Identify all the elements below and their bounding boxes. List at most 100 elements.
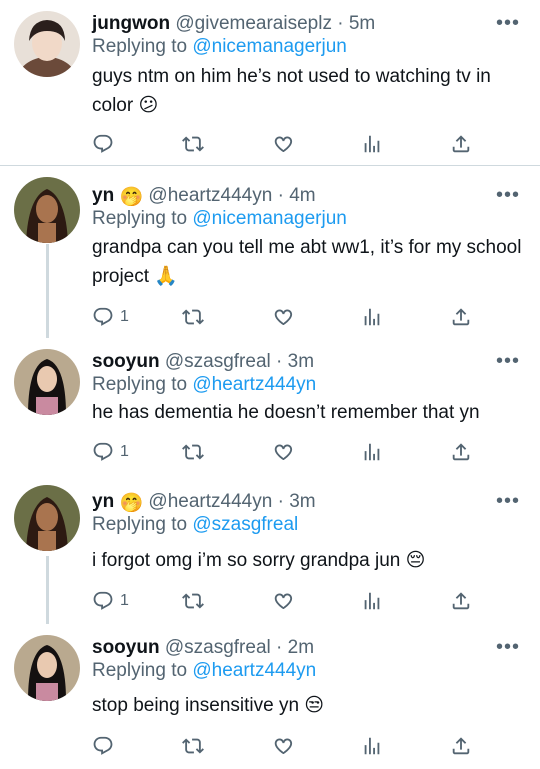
user-handle[interactable]: @heartz444yn (148, 185, 272, 206)
display-name[interactable]: sooyun (92, 351, 160, 372)
share-button[interactable] (450, 734, 472, 758)
separator-dot: · (276, 637, 283, 658)
reply-icon (92, 306, 114, 328)
share-icon (450, 133, 472, 155)
retweet-icon (182, 735, 204, 757)
name-emoji: 🤭 (119, 187, 144, 208)
like-button[interactable] (272, 132, 294, 156)
user-handle[interactable]: @szasgfreal (165, 351, 271, 372)
user-handle[interactable]: @givemearaiseplz (175, 13, 332, 34)
timestamp[interactable]: 3m (288, 351, 314, 372)
thread-line (46, 556, 49, 624)
more-options-icon[interactable]: ••• (496, 491, 520, 511)
analytics-icon (361, 133, 383, 155)
replying-to-label: Replying to (92, 660, 188, 681)
replying-to: Replying to @nicemanagerjun (92, 36, 347, 58)
retweet-button[interactable] (182, 305, 204, 329)
separator-dot: · (277, 491, 284, 512)
reply-button[interactable] (92, 132, 120, 156)
mention-link[interactable]: @heartz444yn (192, 660, 316, 681)
tweet-text: guys ntm on him he’s not used to watchin… (92, 66, 491, 116)
reply-button[interactable] (92, 734, 120, 758)
mention-link[interactable]: @heartz444yn (192, 374, 316, 395)
heart-icon (272, 133, 294, 155)
retweet-button[interactable] (182, 734, 204, 758)
more-options-icon[interactable]: ••• (496, 351, 520, 371)
analytics-button[interactable] (361, 132, 383, 156)
tweet[interactable]: jungwon @givemearaiseplz · 5m ••• Replyi… (0, 0, 540, 165)
user-handle[interactable]: @szasgfreal (165, 637, 271, 658)
mention-link[interactable]: @nicemanagerjun (192, 36, 347, 57)
tweet[interactable]: sooyun @szasgfreal · 2m ••• Replying to … (0, 624, 540, 769)
heart-icon (272, 590, 294, 612)
tweet[interactable]: sooyun @szasgfreal · 3m ••• Replying to … (0, 338, 540, 478)
heart-icon (272, 735, 294, 757)
tweet-text: grandpa can you tell me abt ww1, it’s fo… (92, 237, 522, 287)
share-button[interactable] (450, 132, 472, 156)
retweet-icon (182, 590, 204, 612)
tweet[interactable]: yn 🤭 @heartz444yn · 4m ••• Replying to @… (0, 166, 540, 338)
like-button[interactable] (272, 440, 294, 464)
share-icon (450, 306, 472, 328)
like-button[interactable] (272, 589, 294, 613)
analytics-button[interactable] (361, 305, 383, 329)
share-button[interactable] (450, 589, 472, 613)
name-emoji: 🤭 (119, 493, 144, 514)
reply-count: 1 (120, 308, 129, 325)
avatar[interactable] (14, 177, 80, 243)
analytics-icon (361, 306, 383, 328)
display-name[interactable]: yn (92, 491, 114, 512)
user-handle[interactable]: @heartz444yn (148, 491, 272, 512)
timestamp[interactable]: 4m (289, 185, 315, 206)
analytics-button[interactable] (361, 589, 383, 613)
share-icon (450, 590, 472, 612)
more-options-icon[interactable]: ••• (496, 185, 520, 205)
reply-button[interactable]: 1 (92, 440, 129, 464)
replying-to: Replying to @heartz444yn (92, 660, 316, 682)
reply-icon (92, 441, 114, 463)
like-button[interactable] (272, 305, 294, 329)
replying-to: Replying to @heartz444yn (92, 374, 316, 396)
retweet-icon (182, 441, 204, 463)
analytics-button[interactable] (361, 440, 383, 464)
share-button[interactable] (450, 440, 472, 464)
mention-link[interactable]: @szasgfreal (192, 514, 298, 535)
heart-icon (272, 306, 294, 328)
action-bar (92, 734, 472, 758)
reply-icon (92, 133, 114, 155)
retweet-button[interactable] (182, 132, 204, 156)
replying-to: Replying to @szasgfreal (92, 514, 298, 536)
mention-link[interactable]: @nicemanagerjun (192, 208, 347, 229)
replying-to: Replying to @nicemanagerjun (92, 208, 347, 230)
reply-icon (92, 735, 114, 757)
action-bar: 1 (92, 305, 472, 329)
retweet-button[interactable] (182, 440, 204, 464)
retweet-button[interactable] (182, 589, 204, 613)
like-button[interactable] (272, 734, 294, 758)
avatar[interactable] (14, 349, 80, 415)
separator-dot: · (276, 351, 283, 372)
reply-button[interactable]: 1 (92, 305, 129, 329)
tweet[interactable]: yn 🤭 @heartz444yn · 3m ••• Replying to @… (0, 478, 540, 624)
heart-icon (272, 441, 294, 463)
timestamp[interactable]: 5m (349, 13, 375, 34)
thread-line (46, 244, 49, 338)
share-button[interactable] (450, 305, 472, 329)
avatar[interactable] (14, 635, 80, 701)
display-name[interactable]: sooyun (92, 637, 160, 658)
retweet-icon (182, 133, 204, 155)
replying-to-label: Replying to (92, 374, 188, 395)
analytics-button[interactable] (361, 734, 383, 758)
display-name[interactable]: jungwon (92, 13, 170, 34)
reply-button[interactable]: 1 (92, 589, 129, 613)
more-options-icon[interactable]: ••• (496, 637, 520, 657)
more-options-icon[interactable]: ••• (496, 13, 520, 33)
avatar[interactable] (14, 485, 80, 551)
replying-to-label: Replying to (92, 208, 188, 229)
action-bar: 1 (92, 589, 472, 613)
timestamp[interactable]: 2m (288, 637, 314, 658)
avatar[interactable] (14, 11, 80, 77)
display-name[interactable]: yn (92, 185, 114, 206)
tweet-text: i forgot omg i’m so sorry grandpa jun 😔 (92, 550, 426, 571)
timestamp[interactable]: 3m (289, 491, 315, 512)
